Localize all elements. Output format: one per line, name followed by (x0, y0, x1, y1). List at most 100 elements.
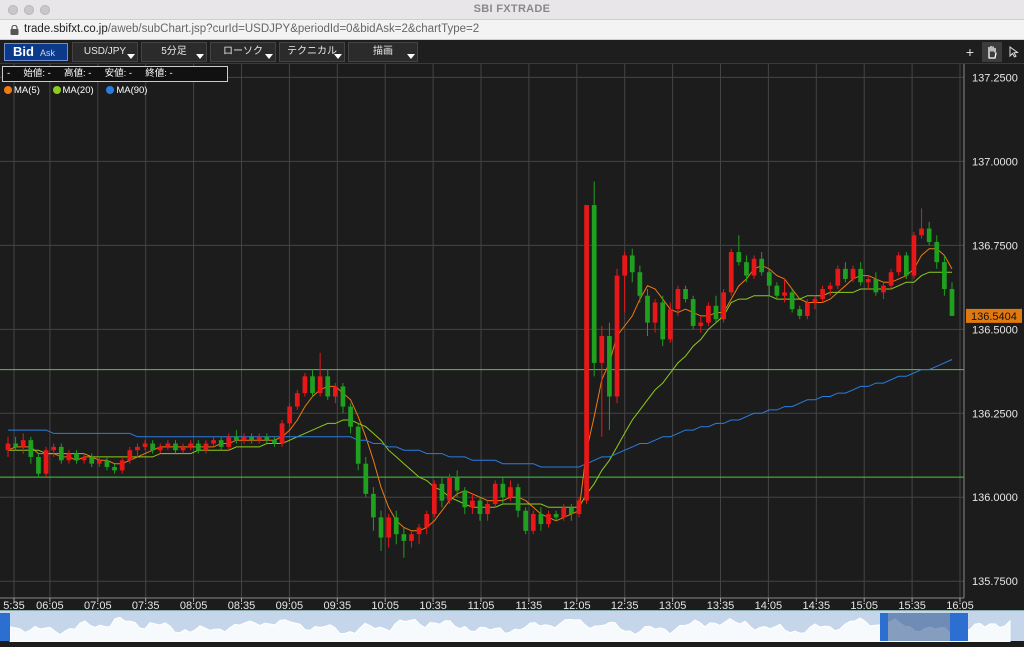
candle-body (180, 446, 186, 451)
window-titlebar: SBI FXTRADE (0, 0, 1024, 20)
candle-body (645, 295, 650, 323)
crosshair-icon: + (965, 44, 975, 60)
x-tick-label: 15:05 (850, 600, 878, 610)
candle-body (949, 289, 955, 316)
legend-label-ma90: MA(90) (116, 85, 148, 96)
currency-pair-dropdown[interactable]: USD/JPY (72, 42, 138, 62)
x-tick-label: 11:35 (516, 600, 543, 610)
candle-body (766, 272, 772, 286)
drawing-dropdown[interactable]: 描画 (348, 42, 418, 62)
arrow-pointer-icon (1009, 46, 1019, 58)
candle-body (591, 205, 597, 363)
candle-body (774, 285, 780, 296)
candle-body (782, 292, 787, 296)
candle-body (797, 309, 803, 316)
indicator-legend: MA(5) MA(20) MA(90) (4, 85, 157, 96)
chevron-down-icon (127, 54, 135, 59)
candle-body (332, 386, 338, 397)
bid-label: Bid (13, 44, 34, 59)
hand-tool[interactable] (982, 42, 1002, 62)
ohlc-readout: - 始値: - 高値: - 安値: - 終値: - (2, 66, 228, 82)
candle-body (873, 278, 879, 293)
candle-body (713, 305, 719, 320)
chart-navigator[interactable] (0, 610, 1024, 643)
ma90-color-dot (106, 86, 115, 94)
candle-body (355, 426, 361, 464)
hand-icon (988, 45, 997, 59)
candle-body (310, 376, 315, 394)
candle-body (188, 443, 194, 447)
ma5-color-dot (4, 86, 12, 94)
address-bar[interactable]: trade.sbifxt.co.jp/aweb/subChart.jsp?cur… (0, 20, 1024, 40)
pointer-tool[interactable] (1004, 42, 1024, 62)
chart-toolbar: Bid Ask USD/JPY 5分足 ローソク テクニカル 描画 + (0, 40, 1024, 64)
candle-body (89, 456, 95, 464)
candle-body (812, 299, 818, 303)
x-tick-label: 10:05 (371, 600, 399, 610)
candle-body (66, 453, 72, 461)
candle-body (477, 500, 483, 515)
candle-body (5, 443, 11, 451)
candle-body (523, 510, 529, 531)
y-tick-label: 136.2500 (972, 408, 1018, 420)
y-tick-label: 136.7500 (972, 240, 1018, 252)
legend-item-ma20: MA(20) (52, 85, 94, 96)
candle-body (508, 487, 513, 498)
candle-body (51, 446, 57, 451)
x-tick-label: 07:35 (132, 600, 160, 610)
x-tick-label: 16:05 (946, 600, 974, 610)
crosshair-tool[interactable]: + (960, 42, 980, 62)
candle-body (241, 436, 247, 441)
candle-body (20, 440, 26, 447)
candle-body (264, 436, 270, 441)
candle-body (561, 507, 567, 518)
price-chart[interactable]: 137.2500 137.0000 136.7500 136.5000 136.2500… (0, 64, 1024, 610)
x-tick-label: 09:35 (324, 600, 352, 610)
x-tick-label: 08:05 (180, 600, 208, 610)
candle-body (843, 268, 848, 279)
candle-body (744, 262, 749, 276)
candle-body (660, 302, 666, 340)
chart-style-dropdown[interactable]: ローソク (210, 42, 276, 62)
x-tick-label: 06:05 (36, 600, 64, 610)
candle-body (485, 503, 490, 515)
candle-body (287, 406, 293, 424)
candle-body (272, 440, 277, 444)
chart-background (0, 64, 1024, 610)
candle-body (36, 456, 41, 474)
chevron-down-icon (407, 54, 415, 59)
x-tick-label: 14:05 (755, 600, 783, 610)
period-dropdown[interactable]: 5分足 (141, 42, 207, 62)
candle-body (142, 443, 148, 447)
navigator-right-arrow (958, 613, 968, 641)
navigator-minimap[interactable] (0, 611, 1024, 643)
candle-body (751, 258, 757, 276)
candle-body (431, 483, 437, 515)
bid-ask-toggle[interactable]: Bid Ask (4, 43, 68, 61)
candle-body (302, 376, 308, 394)
candle-body (919, 228, 924, 236)
candle-body (150, 443, 156, 451)
candle-body (721, 292, 726, 320)
candle-body (13, 443, 18, 447)
candle-body (530, 514, 536, 531)
x-tick-label: 12:35 (611, 600, 639, 610)
candle-body (622, 255, 628, 276)
x-tick-label: 07:05 (84, 600, 112, 610)
candle-body (424, 514, 430, 528)
candle-body (211, 440, 216, 444)
candle-body (470, 500, 475, 508)
chart-style-label: ローソク (223, 46, 263, 57)
candle-body (112, 467, 117, 471)
legend-label-ma5: MA(5) (14, 85, 40, 96)
candle-body (538, 514, 544, 525)
candle-body (28, 440, 34, 457)
navigator-left-arrow (0, 613, 10, 641)
legend-item-ma90: MA(90) (106, 85, 147, 96)
candle-body (325, 376, 331, 397)
candle-body (789, 292, 795, 310)
technical-dropdown[interactable]: テクニカル (279, 42, 345, 62)
candle-body (81, 456, 87, 461)
candle-body (568, 507, 574, 515)
legend-label-ma20: MA(20) (62, 85, 94, 96)
